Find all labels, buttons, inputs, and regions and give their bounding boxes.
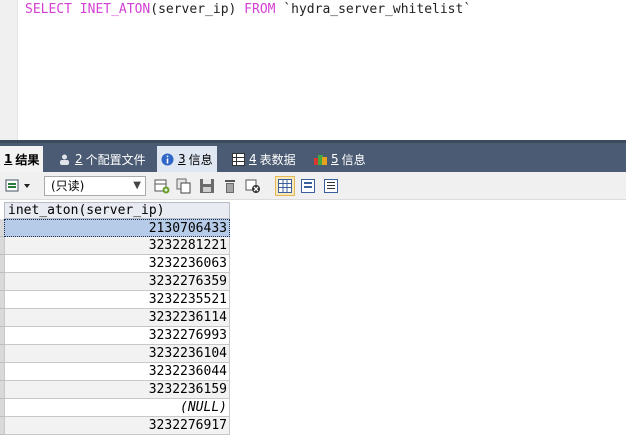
- table-name: `hydra_server_whitelist`: [283, 2, 472, 17]
- result-grid[interactable]: inet_aton(server_ip) 2130706433 323228122…: [0, 200, 626, 439]
- chevron-down-icon: ▼: [133, 180, 141, 191]
- tab-label: 信息: [341, 152, 366, 167]
- tab-label: 表数据: [259, 152, 296, 167]
- table-cell[interactable]: 2130706433: [4, 219, 230, 237]
- table-cell[interactable]: 3232276993: [4, 327, 230, 345]
- table-cell[interactable]: 3232276917: [4, 417, 230, 435]
- table-row[interactable]: 3232236114: [0, 309, 230, 327]
- table-icon: [232, 152, 245, 166]
- table-cell[interactable]: 3232236063: [4, 255, 230, 273]
- table-cell[interactable]: 3232281221: [4, 237, 230, 255]
- info-icon: [161, 153, 174, 166]
- tab-label: 信息: [188, 152, 213, 167]
- grid-rows: 2130706433 3232281221 3232236063 3232276359…: [0, 219, 230, 435]
- trash-icon: [225, 180, 235, 193]
- table-cell[interactable]: 3232236114: [4, 309, 230, 327]
- result-tab-bar: 1 结果 2 个配置文件 3 信息 4 表数据 5 信息: [0, 140, 626, 172]
- tab-number: 5: [331, 152, 339, 166]
- tab-profiles[interactable]: 2 个配置文件: [54, 146, 150, 172]
- read-only-mode-select[interactable]: (只读) ▼: [44, 176, 146, 196]
- text-view-button[interactable]: [321, 176, 341, 196]
- save-button[interactable]: [197, 176, 217, 196]
- grid-view-icon: [278, 179, 292, 193]
- table-cell[interactable]: 3232276359: [4, 273, 230, 291]
- select-value: (只读): [51, 179, 85, 193]
- table-cell[interactable]: 3232235521: [4, 291, 230, 309]
- export-dropdown-button[interactable]: [4, 176, 34, 196]
- tab-label: 个配置文件: [85, 152, 146, 167]
- table-row[interactable]: 3232276993: [0, 327, 230, 345]
- table-row[interactable]: 3232276917: [0, 417, 230, 435]
- duplicate-icon: [176, 178, 191, 194]
- insert-row-button[interactable]: [152, 176, 172, 196]
- function-argument: (server_ip): [150, 2, 237, 17]
- table-row[interactable]: 3232236159: [0, 381, 230, 399]
- tab-number: 4: [249, 152, 257, 166]
- grid-view-button[interactable]: [275, 176, 295, 196]
- insert-row-icon: [154, 179, 170, 194]
- tab-number: 3: [178, 152, 186, 166]
- table-row[interactable]: 3232276359: [0, 273, 230, 291]
- export-icon: [5, 179, 30, 192]
- table-cell[interactable]: 3232236044: [4, 363, 230, 381]
- keyword-from: FROM: [244, 2, 276, 17]
- keyword-select: SELECT: [25, 2, 72, 17]
- table-row[interactable]: 3232281221: [0, 237, 230, 255]
- table-row[interactable]: 3232236044: [0, 363, 230, 381]
- table-cell[interactable]: (NULL): [4, 399, 230, 417]
- editor-gutter: [0, 0, 18, 140]
- sql-code-line[interactable]: SELECT INET_ATON(server_ip) FROM `hydra_…: [25, 2, 471, 18]
- history-icon: [314, 153, 327, 166]
- table-row[interactable]: (NULL): [0, 399, 230, 417]
- table-cell[interactable]: 3232236159: [4, 381, 230, 399]
- tab-number: 1: [4, 152, 13, 166]
- function-inet-aton: INET_ATON: [79, 2, 151, 17]
- table-row[interactable]: 2130706433: [0, 219, 230, 237]
- delete-button[interactable]: [220, 176, 240, 196]
- tab-label: 结果: [15, 152, 40, 167]
- table-row[interactable]: 3232236063: [0, 255, 230, 273]
- tab-results[interactable]: 1 结果: [0, 146, 44, 172]
- cancel-changes-button[interactable]: [243, 176, 263, 196]
- column-header[interactable]: inet_aton(server_ip): [4, 202, 230, 219]
- form-view-button[interactable]: [298, 176, 318, 196]
- tab-info[interactable]: 3 信息: [157, 146, 217, 172]
- profile-icon: [58, 153, 71, 166]
- table-cell[interactable]: 3232236104: [4, 345, 230, 363]
- tab-number: 2: [75, 152, 83, 166]
- text-view-icon: [324, 179, 338, 193]
- sql-editor[interactable]: SELECT INET_ATON(server_ip) FROM `hydra_…: [0, 0, 626, 140]
- save-icon: [200, 179, 214, 193]
- duplicate-row-button[interactable]: [174, 176, 194, 196]
- table-row[interactable]: 3232236104: [0, 345, 230, 363]
- table-row[interactable]: 3232235521: [0, 291, 230, 309]
- tab-info-2[interactable]: 5 信息: [310, 146, 370, 172]
- cancel-icon: [245, 179, 260, 193]
- tab-table-data[interactable]: 4 表数据: [228, 146, 300, 172]
- form-view-icon: [301, 179, 315, 193]
- result-toolbar: (只读) ▼: [0, 172, 626, 200]
